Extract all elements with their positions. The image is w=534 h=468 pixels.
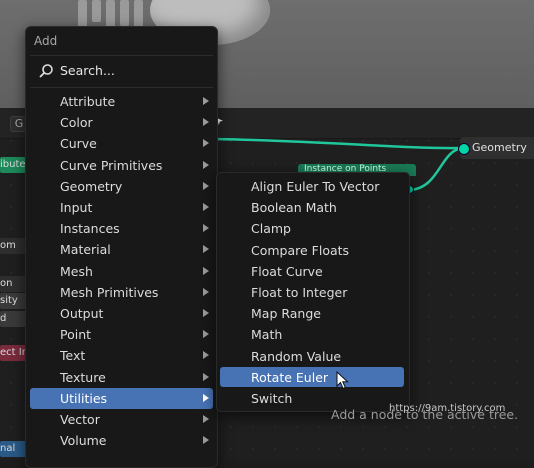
menu-item-label: Curve — [60, 136, 97, 152]
submenu-item-map-range[interactable]: Map Range — [220, 303, 404, 323]
menu-item-label: Texture — [60, 369, 106, 385]
group-output-node[interactable]: Geometry — [460, 137, 534, 159]
menu-item-label: Text — [60, 348, 86, 364]
submenu-arrow-icon — [203, 309, 209, 317]
menu-divider — [30, 55, 213, 56]
menu-item-curve-primitives[interactable]: Curve Primitives — [30, 155, 213, 176]
submenu-item-label: Align Euler To Vector — [251, 179, 380, 194]
submenu-arrow-icon — [203, 139, 209, 148]
utilities-submenu: Align Euler To Vector Boolean Math Clamp Co… — [216, 172, 410, 412]
search-icon — [39, 64, 53, 78]
menu-item-input[interactable]: Input — [30, 197, 213, 218]
submenu-item-clamp[interactable]: Clamp — [220, 218, 404, 238]
submenu-item-switch[interactable]: Switch — [220, 388, 404, 408]
menu-item-output[interactable]: Output — [30, 303, 213, 324]
submenu-item-label: Map Range — [251, 306, 321, 322]
submenu-arrow-icon — [203, 372, 209, 381]
submenu-item-math[interactable]: Math — [220, 324, 404, 344]
submenu-arrow-icon — [203, 224, 209, 233]
menu-item-volume[interactable]: Volume — [30, 430, 213, 451]
submenu-item-label: Float Curve — [251, 263, 323, 279]
menu-item-label: Material — [60, 242, 111, 258]
submenu-arrow-icon — [203, 160, 209, 169]
submenu-item-label: Clamp — [251, 221, 291, 237]
menu-item-label: Mesh Primitives — [60, 284, 159, 300]
submenu-item-label: Random Value — [251, 348, 342, 364]
menu-item-utilities[interactable]: Utilities — [30, 387, 213, 409]
menu-search[interactable]: Search... — [32, 59, 211, 83]
menu-item-label: Curve Primitives — [60, 157, 163, 173]
menu-divider — [30, 87, 213, 88]
menu-item-label: Volume — [60, 433, 107, 449]
menu-item-mesh-primitives[interactable]: Mesh Primitives — [30, 282, 213, 303]
menu-item-label: Mesh — [60, 263, 93, 279]
menu-item-material[interactable]: Material — [30, 239, 213, 260]
menu-item-label: Output — [60, 306, 104, 321]
add-menu-title: Add — [34, 34, 58, 48]
submenu-item-label: Boolean Math — [251, 200, 337, 216]
add-menu: Add Search... Attribute Color Curve Curve P… — [25, 26, 218, 468]
submenu-arrow-icon — [203, 287, 209, 296]
submenu-item-compare-floats[interactable]: Compare Floats — [220, 240, 404, 260]
watermark-text: https://9am.tistory.com — [389, 403, 506, 414]
submenu-arrow-icon — [203, 245, 209, 254]
submenu-item-label: Float to Integer — [251, 285, 348, 300]
menu-item-label: Color — [60, 115, 93, 131]
menu-item-text[interactable]: Text — [30, 345, 213, 366]
submenu-arrow-icon — [203, 181, 209, 190]
geometry-socket-label: Geometry — [472, 141, 527, 154]
menu-item-label: Attribute — [60, 94, 116, 109]
submenu-arrow-icon — [203, 393, 209, 402]
menu-item-curve[interactable]: Curve — [30, 133, 213, 154]
menu-item-vector[interactable]: Vector — [30, 409, 213, 430]
submenu-item-label: Switch — [251, 391, 293, 406]
menu-item-label: Input — [60, 200, 93, 215]
menu-item-label: Vector — [60, 412, 100, 427]
submenu-item-float-curve[interactable]: Float Curve — [220, 261, 404, 281]
submenu-item-align-euler-to-vector[interactable]: Align Euler To Vector — [220, 176, 404, 196]
submenu-item-float-to-integer[interactable]: Float to Integer — [220, 282, 404, 302]
instance-link — [409, 146, 464, 192]
submenu-item-boolean-math[interactable]: Boolean Math — [220, 197, 404, 217]
menu-item-label: Geometry — [60, 178, 123, 194]
submenu-arrow-icon — [203, 351, 209, 360]
menu-item-point[interactable]: Point — [30, 324, 213, 345]
submenu-arrow-icon — [203, 266, 209, 275]
menu-item-label: Point — [60, 327, 92, 343]
menu-item-label: Instances — [60, 221, 120, 237]
geometry-input-socket[interactable] — [458, 143, 470, 155]
submenu-arrow-icon — [203, 436, 209, 445]
menu-item-instances[interactable]: Instances — [30, 218, 213, 239]
menu-item-texture[interactable]: Texture — [30, 367, 213, 388]
geometry-link — [213, 137, 464, 150]
menu-item-attribute[interactable]: Attribute — [30, 91, 213, 112]
menu-item-label: Utilities — [60, 390, 108, 406]
menu-item-geometry[interactable]: Geometry — [30, 176, 213, 197]
submenu-item-random-value[interactable]: Random Value — [220, 346, 404, 366]
search-label: Search... — [60, 63, 115, 78]
mouse-pointer-icon — [336, 371, 349, 390]
submenu-arrow-icon — [203, 415, 209, 423]
submenu-arrow-icon — [203, 203, 209, 211]
submenu-arrow-icon — [203, 97, 209, 105]
submenu-item-rotate-euler[interactable]: Rotate Euler — [220, 366, 404, 387]
submenu-arrow-icon — [203, 118, 209, 127]
menu-item-mesh[interactable]: Mesh — [30, 261, 213, 282]
submenu-item-label: Rotate Euler — [251, 369, 329, 385]
menu-item-color[interactable]: Color — [30, 112, 213, 133]
submenu-item-label: Math — [251, 327, 283, 343]
submenu-item-label: Compare Floats — [251, 242, 350, 258]
submenu-arrow-icon — [203, 330, 209, 339]
